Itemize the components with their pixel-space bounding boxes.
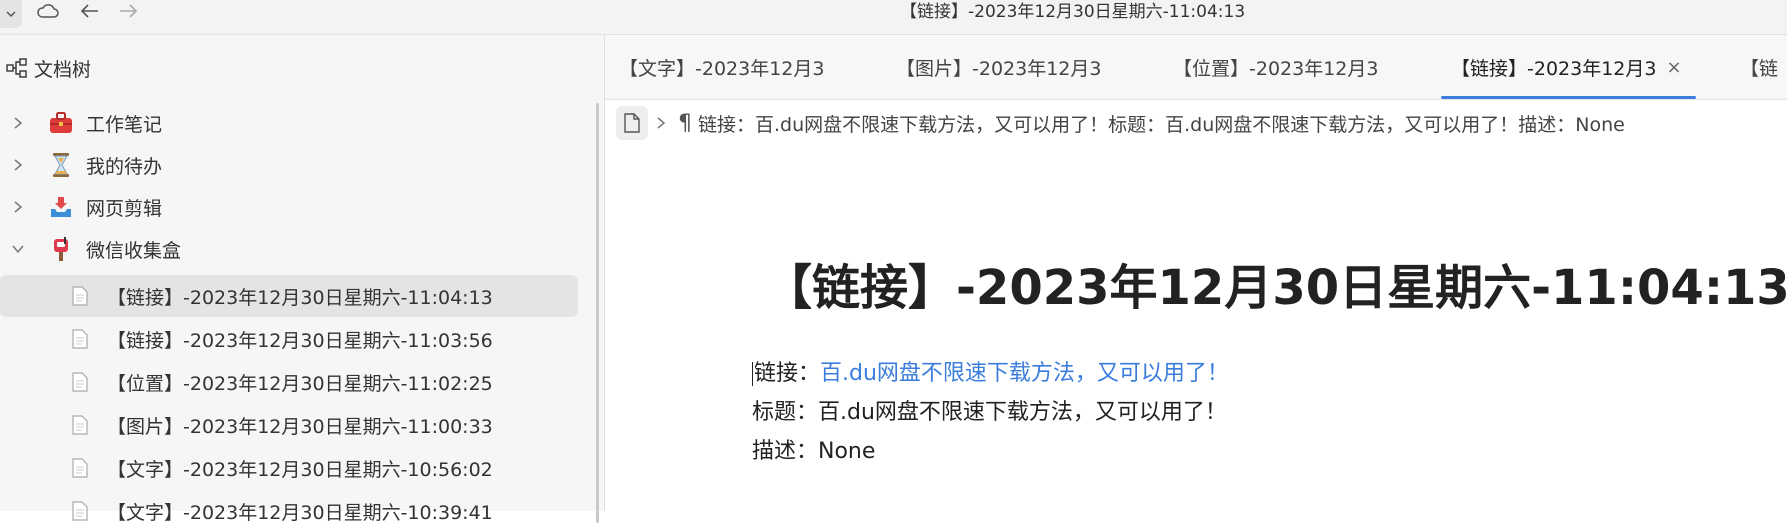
notebook-label: 我的待办 <box>86 155 163 178</box>
hourglass-icon <box>48 152 74 178</box>
doc-item[interactable]: 【文字】-2023年12月30日星期六-10:56:02 <box>0 447 578 489</box>
notebook-label: 工作笔记 <box>86 113 163 136</box>
document-icon <box>71 457 89 479</box>
link-anchor[interactable]: 百.du网盘不限速下载方法，又可以用了！ <box>820 361 1229 386</box>
tab-text-note[interactable]: 【文字】-2023年12月3 <box>619 35 839 99</box>
title-bar: 【链接】-2023年12月30日星期六-11:04:13 <box>0 0 1787 35</box>
document-icon <box>71 500 89 522</box>
title-field-label: 标题： <box>752 400 819 425</box>
text-cursor <box>752 362 753 386</box>
notebook-label: 微信收集盒 <box>86 239 182 262</box>
chevron-right-icon[interactable] <box>9 200 27 214</box>
chevron-down-icon <box>5 5 17 24</box>
breadcrumb-paragraph[interactable]: 链接：百.du网盘不限速下载方法，又可以用了！标题：百.du网盘不限速下载方法，… <box>698 110 1625 137</box>
window-title: 【链接】-2023年12月30日星期六-11:04:13 <box>900 2 1246 22</box>
doc-item[interactable]: 【位置】-2023年12月30日星期六-11:02:25 <box>0 361 578 403</box>
notebook-item-wechat-inbox[interactable]: 微信收集盒 <box>0 228 578 270</box>
tab-label: 【文字】-2023年12月3 <box>619 57 825 80</box>
mailbox-icon <box>48 236 74 262</box>
tab-bar: 【文字】-2023年12月3 【图片】-2023年12月3 【位置】-2023年… <box>605 35 1787 100</box>
sidebar-scrollbar[interactable] <box>596 103 599 523</box>
doc-item[interactable]: 【链接】-2023年12月30日星期六-11:03:56 <box>0 318 578 360</box>
close-icon[interactable]: × <box>1666 57 1681 78</box>
desc-field-label: 描述： <box>752 439 819 464</box>
doc-label: 【链接】-2023年12月30日星期六-11:03:56 <box>107 329 493 352</box>
inbox-tray-icon <box>48 194 74 220</box>
document-body[interactable]: 链接：百.du网盘不限速下载方法，又可以用了！ 标题：百.du网盘不限速下载方法… <box>752 354 1229 471</box>
active-tab-indicator <box>1441 96 1696 99</box>
cloud-icon <box>37 3 59 23</box>
chevron-right-icon <box>656 116 666 130</box>
document-icon[interactable] <box>616 106 648 140</box>
doc-label: 【位置】-2023年12月30日星期六-11:02:25 <box>107 372 493 395</box>
forward-arrow-icon <box>118 3 138 23</box>
doc-item[interactable]: 【图片】-2023年12月30日星期六-11:00:33 <box>0 404 578 446</box>
tree-icon <box>6 57 28 79</box>
link-line[interactable]: 链接：百.du网盘不限速下载方法，又可以用了！ <box>752 354 1229 393</box>
breadcrumb: ¶ 链接：百.du网盘不限速下载方法，又可以用了！标题：百.du网盘不限速下载方… <box>616 104 1625 142</box>
doc-label: 【文字】-2023年12月30日星期六-10:39:41 <box>107 501 493 524</box>
doc-label: 【文字】-2023年12月30日星期六-10:56:02 <box>107 458 493 481</box>
doc-item[interactable]: 【文字】-2023年12月30日星期六-10:39:41 <box>0 490 578 532</box>
tab-label: 【位置】-2023年12月3 <box>1173 57 1379 80</box>
document-icon <box>71 414 89 436</box>
tab-location-note[interactable]: 【位置】-2023年12月3 <box>1173 35 1393 99</box>
toolbox-icon <box>48 110 74 136</box>
document-title[interactable]: 【链接】-2023年12月30日星期六-11:04:13 <box>764 248 1787 318</box>
notebook-label: 网页剪辑 <box>86 197 163 220</box>
doc-label: 【链接】-2023年12月30日星期六-11:04:13 <box>107 286 493 309</box>
notebook-item-todo[interactable]: 我的待办 <box>0 144 578 186</box>
tab-link-note-active[interactable]: 【链接】-2023年12月3 × <box>1441 35 1696 99</box>
description-line[interactable]: 描述：None <box>752 432 1229 471</box>
title-field-value: 百.du网盘不限速下载方法，又可以用了！ <box>818 400 1227 425</box>
doc-tree-title: 文档树 <box>34 58 92 81</box>
back-arrow-icon <box>80 3 100 23</box>
desc-field-value: None <box>818 439 876 464</box>
chevron-down-icon[interactable] <box>9 244 27 254</box>
title-line[interactable]: 标题：百.du网盘不限速下载方法，又可以用了！ <box>752 393 1229 432</box>
sync-button[interactable] <box>34 0 62 26</box>
doc-tree-sidebar: 文档树 工作笔记 我的待办 网页剪辑 微信收集盒 【链接】-2023年12月30… <box>0 35 605 524</box>
back-button[interactable] <box>76 0 104 26</box>
forward-button[interactable] <box>114 0 142 26</box>
tab-image-note[interactable]: 【图片】-2023年12月3 <box>896 35 1116 99</box>
chevron-right-icon[interactable] <box>9 116 27 130</box>
tab-label: 【链 <box>1740 57 1779 80</box>
doc-item-selected[interactable]: 【链接】-2023年12月30日星期六-11:04:13 <box>0 275 578 317</box>
paragraph-icon: ¶ <box>678 110 692 136</box>
doc-tree-header: 文档树 <box>0 35 604 101</box>
notebook-item-work-notes[interactable]: 工作笔记 <box>0 102 578 144</box>
menu-dropdown-button[interactable] <box>0 0 22 28</box>
link-field-label: 链接： <box>754 361 821 386</box>
chevron-right-icon[interactable] <box>9 158 27 172</box>
tab-label: 【链接】-2023年12月3 <box>1451 57 1657 80</box>
doc-label: 【图片】-2023年12月30日星期六-11:00:33 <box>107 415 493 438</box>
tab-link-note-2[interactable]: 【链 <box>1730 35 1787 99</box>
tab-label: 【图片】-2023年12月3 <box>896 57 1102 80</box>
document-icon <box>71 371 89 393</box>
document-icon <box>71 328 89 350</box>
document-icon <box>71 285 89 307</box>
notebook-item-web-clips[interactable]: 网页剪辑 <box>0 186 578 228</box>
